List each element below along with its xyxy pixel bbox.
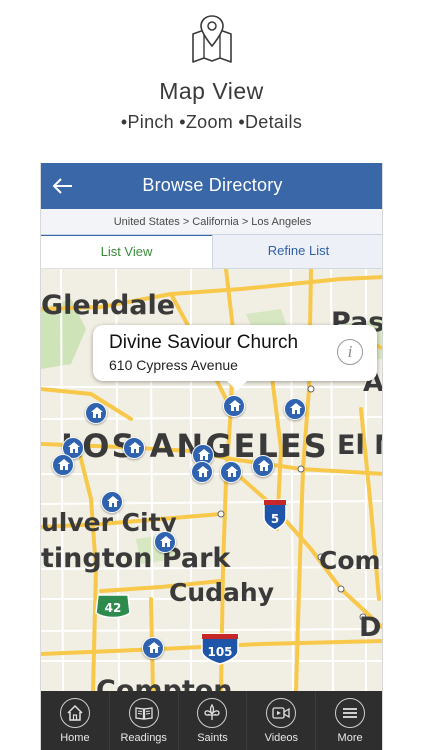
church-name: Divine Saviour Church — [109, 332, 299, 353]
tab-list-view[interactable]: List View — [41, 235, 212, 269]
app-screen: Browse Directory United States > Califor… — [40, 163, 383, 750]
church-callout[interactable]: Divine Saviour Church 610 Cypress Avenue… — [93, 325, 377, 391]
map-label-compton: Compton — [96, 675, 233, 691]
home-icon — [59, 698, 90, 728]
menu-icon — [335, 698, 366, 728]
church-pin[interactable] — [284, 398, 306, 420]
map-label-downey: D — [359, 612, 381, 643]
church-pin[interactable] — [252, 455, 274, 477]
tab-more-label: More — [337, 732, 363, 744]
book-icon — [128, 698, 159, 728]
tab-videos-label: Videos — [264, 732, 298, 744]
promo-title: Map View — [159, 78, 264, 104]
svg-text:42: 42 — [105, 601, 122, 615]
navigation-bar: Browse Directory — [41, 163, 382, 209]
tab-home-label: Home — [60, 732, 90, 744]
info-icon[interactable]: i — [337, 339, 363, 365]
tab-more[interactable]: More — [316, 691, 382, 750]
tab-refine-list[interactable]: Refine List — [212, 235, 382, 269]
route-42-shield: 42 — [95, 594, 131, 619]
church-address: 610 Cypress Avenue — [109, 357, 238, 373]
tab-readings[interactable]: Readings — [110, 691, 179, 750]
church-pin[interactable] — [220, 461, 242, 483]
promo-subtitle: •Pinch •Zoom •Details — [120, 112, 303, 132]
church-pin[interactable] — [52, 454, 74, 476]
route-5-shield: 5 — [263, 499, 287, 531]
church-pin[interactable] — [85, 402, 107, 424]
map-label-cudahy: Cudahy — [169, 578, 274, 607]
church-pin[interactable] — [123, 437, 145, 459]
page-title: Browse Directory — [142, 175, 283, 195]
breadcrumb[interactable]: United States > California > Los Angeles — [41, 209, 382, 235]
church-pin[interactable] — [142, 637, 164, 659]
route-105-shield: 105 — [201, 633, 239, 665]
svg-text:105: 105 — [207, 645, 232, 659]
tab-videos[interactable]: Videos — [247, 691, 317, 750]
tab-saints-label: Saints — [197, 732, 228, 744]
church-pin[interactable] — [223, 395, 245, 417]
church-pin[interactable] — [101, 491, 123, 513]
tab-readings-label: Readings — [120, 732, 167, 744]
svg-text:5: 5 — [271, 512, 279, 526]
video-icon — [266, 698, 297, 728]
map-label-glendale: Glendale — [41, 290, 175, 321]
map-view[interactable]: Glendale Pas A LOS ANGELES El M ulver Ci… — [41, 269, 383, 691]
church-pin[interactable] — [154, 531, 176, 553]
map-label-el-monte: El M — [337, 430, 383, 461]
church-pin[interactable] — [191, 461, 213, 483]
bottom-tab-bar: Home Readings Saints Videos More — [41, 691, 382, 750]
map-pin-icon — [189, 14, 235, 66]
map-label-huntington-park: tington Park — [41, 543, 231, 574]
view-tabs: List View Refine List — [41, 235, 382, 269]
map-label-commerce: Com — [319, 546, 381, 575]
fleur-de-lis-icon — [197, 698, 228, 728]
tab-saints[interactable]: Saints — [179, 691, 248, 750]
tab-home[interactable]: Home — [41, 691, 110, 750]
